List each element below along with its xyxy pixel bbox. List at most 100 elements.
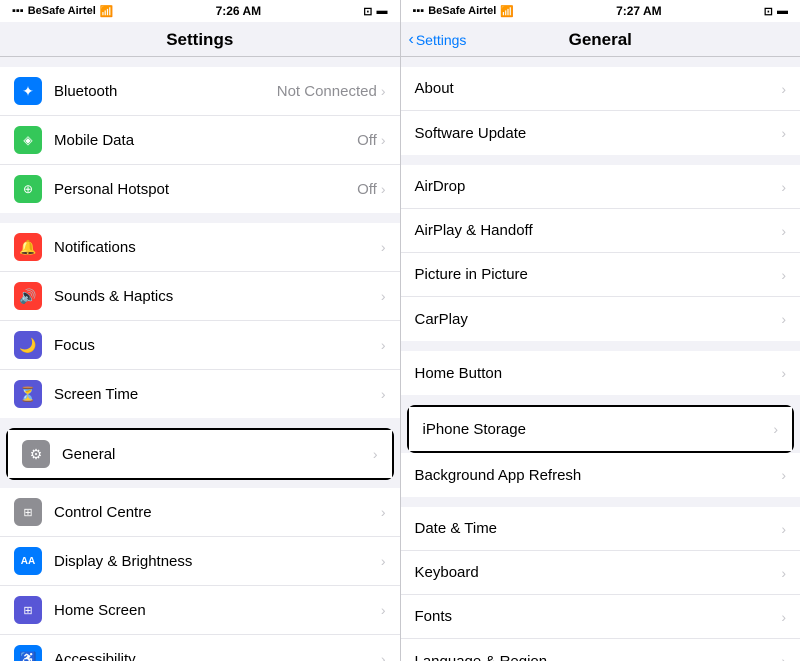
right-connectivity-list: AirDrop › AirPlay & Handoff › Picture in… [401, 165, 800, 341]
locale-list: Date & Time › Keyboard › Fonts › Languag… [401, 507, 800, 661]
about-item[interactable]: About › [401, 67, 800, 111]
right-section-hardware: Home Button › [401, 351, 800, 395]
carplay-item[interactable]: CarPlay › [401, 297, 800, 341]
iphone-storage-item[interactable]: iPhone Storage › [409, 407, 793, 451]
bluetooth-chevron: › [381, 83, 386, 99]
general-label: General [62, 446, 373, 463]
sounds-icon: 🔊 [14, 282, 42, 310]
focus-label: Focus [54, 337, 381, 354]
right-carrier-name: BeSafe Airtel [428, 5, 496, 17]
background-refresh-chevron: › [781, 467, 786, 483]
sounds-item[interactable]: 🔊 Sounds & Haptics › [0, 272, 400, 321]
right-scroll-area[interactable]: About › Software Update › AirDrop › AirP… [401, 57, 800, 661]
carplay-chevron: › [781, 311, 786, 327]
home-screen-item[interactable]: ⊞ Home Screen › [0, 586, 400, 635]
wifi-icon: 📶 [100, 5, 114, 18]
bluetooth-icon: ✦ [14, 77, 42, 105]
notifications-chevron: › [381, 239, 386, 255]
right-section-refresh: Background App Refresh › [401, 453, 800, 497]
general-item[interactable]: ⚙ General › [8, 430, 392, 478]
language-region-item[interactable]: Language & Region › [401, 639, 800, 661]
right-gap-1 [401, 155, 800, 165]
bluetooth-item[interactable]: ✦ Bluetooth Not Connected › [0, 67, 400, 116]
home-screen-icon: ⊞ [14, 596, 42, 624]
date-time-label: Date & Time [415, 520, 782, 537]
airplay-handoff-chevron: › [781, 223, 786, 239]
bluetooth-value: Not Connected [277, 83, 377, 100]
back-label: Settings [416, 32, 467, 48]
right-signal-bars: ▪▪▪ [413, 5, 425, 17]
fonts-chevron: › [781, 609, 786, 625]
picture-in-picture-item[interactable]: Picture in Picture › [401, 253, 800, 297]
software-update-item[interactable]: Software Update › [401, 111, 800, 155]
notifications-item[interactable]: 🔔 Notifications › [0, 223, 400, 272]
fonts-item[interactable]: Fonts › [401, 595, 800, 639]
back-button[interactable]: ‹ Settings [409, 31, 467, 49]
left-section-general-highlighted: ⚙ General › [6, 428, 394, 480]
left-phone-screen: ▪▪▪ BeSafe Airtel 📶 7:26 AM ⊡ ▬ Settings… [0, 0, 400, 661]
language-region-chevron: › [781, 653, 786, 661]
accessibility-label: Accessibility [54, 651, 381, 661]
iphone-storage-chevron: › [773, 421, 778, 437]
date-time-item[interactable]: Date & Time › [401, 507, 800, 551]
left-status-icons: ⊡ ▬ [363, 5, 387, 18]
personal-hotspot-item[interactable]: ⊕ Personal Hotspot Off › [0, 165, 400, 213]
sounds-chevron: › [381, 288, 386, 304]
airdrop-label: AirDrop [415, 178, 782, 195]
right-section-connectivity: AirDrop › AirPlay & Handoff › Picture in… [401, 165, 800, 341]
fonts-label: Fonts [415, 608, 782, 625]
airplay-handoff-item[interactable]: AirPlay & Handoff › [401, 209, 800, 253]
carrier-name: BeSafe Airtel [28, 5, 96, 17]
signal-bars: ▪▪▪ [12, 5, 24, 17]
right-section-locale: Date & Time › Keyboard › Fonts › Languag… [401, 507, 800, 661]
display-chevron: › [381, 553, 386, 569]
right-status-time: 7:27 AM [616, 4, 662, 18]
left-gap-2 [0, 418, 400, 428]
home-button-item[interactable]: Home Button › [401, 351, 800, 395]
focus-icon: 🌙 [14, 331, 42, 359]
right-status-icons: ⊡ ▬ [764, 5, 788, 18]
keyboard-item[interactable]: Keyboard › [401, 551, 800, 595]
focus-chevron: › [381, 337, 386, 353]
right-section-storage-highlighted: iPhone Storage › [407, 405, 795, 453]
left-screen-title: Settings [166, 30, 233, 49]
display-item[interactable]: AA Display & Brightness › [0, 537, 400, 586]
mobile-data-label: Mobile Data [54, 132, 357, 149]
connectivity-list: ✦ Bluetooth Not Connected › ◈ Mobile Dat… [0, 67, 400, 213]
general-icon: ⚙ [22, 440, 50, 468]
about-chevron: › [781, 81, 786, 97]
control-centre-label: Control Centre [54, 504, 381, 521]
focus-item[interactable]: 🌙 Focus › [0, 321, 400, 370]
keyboard-chevron: › [781, 565, 786, 581]
left-status-time: 7:26 AM [216, 4, 262, 18]
mobile-data-value: Off [357, 132, 377, 149]
right-section-info: About › Software Update › [401, 67, 800, 155]
home-button-chevron: › [781, 365, 786, 381]
notifications-label: Notifications [54, 239, 381, 256]
notifications-icon: 🔔 [14, 233, 42, 261]
accessibility-icon: ♿ [14, 645, 42, 661]
right-screen-title: General [569, 30, 632, 50]
airdrop-item[interactable]: AirDrop › [401, 165, 800, 209]
right-phone-screen: ▪▪▪ BeSafe Airtel 📶 7:27 AM ⊡ ▬ ‹ Settin… [400, 0, 800, 661]
bluetooth-label: Bluetooth [54, 83, 277, 100]
left-scroll-area[interactable]: ✦ Bluetooth Not Connected › ◈ Mobile Dat… [0, 57, 400, 661]
general-chevron: › [373, 446, 378, 462]
control-centre-item[interactable]: ⊞ Control Centre › [0, 488, 400, 537]
back-chevron-icon: ‹ [409, 31, 414, 49]
accessibility-item[interactable]: ♿ Accessibility › [0, 635, 400, 661]
picture-in-picture-label: Picture in Picture [415, 266, 782, 283]
language-region-label: Language & Region [415, 653, 782, 661]
left-section-system: 🔔 Notifications › 🔊 Sounds & Haptics › 🌙 [0, 223, 400, 418]
personal-hotspot-chevron: › [381, 181, 386, 197]
display-icon: AA [14, 547, 42, 575]
mobile-data-item[interactable]: ◈ Mobile Data Off › [0, 116, 400, 165]
date-time-chevron: › [781, 521, 786, 537]
keyboard-label: Keyboard [415, 564, 782, 581]
screen-time-item[interactable]: ⏳ Screen Time › [0, 370, 400, 418]
background-refresh-item[interactable]: Background App Refresh › [401, 453, 800, 497]
right-alarm-icon: ⊡ [764, 5, 773, 18]
right-gap-5 [401, 497, 800, 507]
software-update-chevron: › [781, 125, 786, 141]
right-gap-2 [401, 341, 800, 351]
